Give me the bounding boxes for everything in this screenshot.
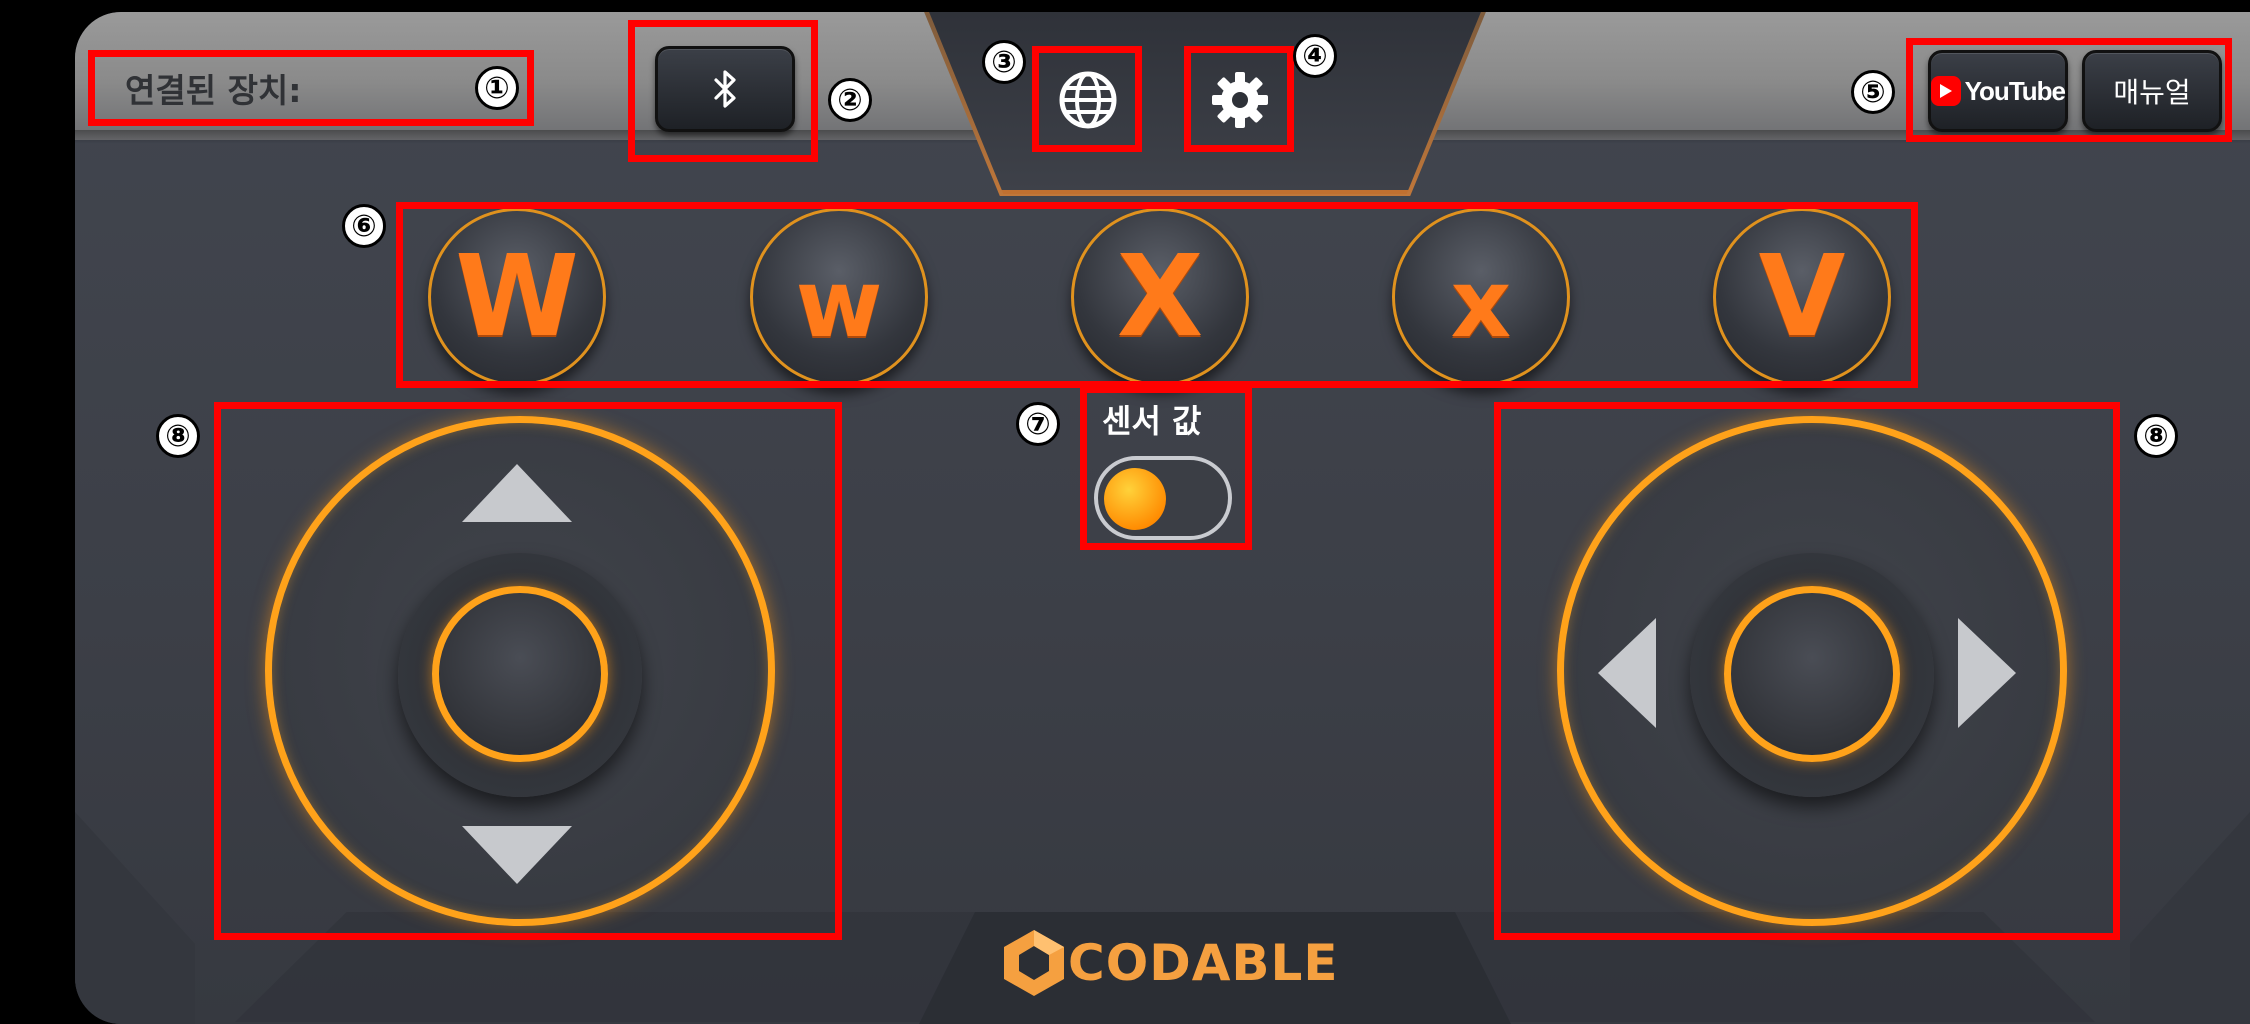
highlight-box-3 bbox=[1032, 46, 1142, 152]
highlight-box-8-right bbox=[1494, 402, 2120, 940]
right-corner-deco bbox=[2130, 812, 2250, 1024]
highlight-box-7 bbox=[1080, 386, 1252, 550]
brand-logo: CODABLE bbox=[1000, 928, 1339, 998]
annotation-6: ⑥ bbox=[342, 204, 386, 248]
annotation-4: ④ bbox=[1293, 34, 1337, 78]
annotation-3: ③ bbox=[982, 40, 1026, 84]
highlight-box-6 bbox=[396, 202, 1918, 388]
annotation-7: ⑦ bbox=[1016, 402, 1060, 446]
highlight-box-5 bbox=[1906, 38, 2232, 142]
highlight-box-1 bbox=[88, 50, 534, 126]
highlight-box-4 bbox=[1184, 46, 1294, 152]
annotation-8-right: ⑧ bbox=[2134, 414, 2178, 458]
highlight-box-8-left bbox=[214, 402, 842, 940]
highlight-box-2 bbox=[628, 20, 818, 162]
brand-name: CODABLE bbox=[1068, 934, 1339, 992]
codable-hexagon-icon bbox=[1004, 930, 1064, 996]
annotation-1: ① bbox=[475, 66, 519, 110]
annotation-2: ② bbox=[828, 78, 872, 122]
annotation-5: ⑤ bbox=[1851, 70, 1895, 114]
left-corner-deco bbox=[75, 812, 195, 1024]
annotation-8-left: ⑧ bbox=[156, 414, 200, 458]
